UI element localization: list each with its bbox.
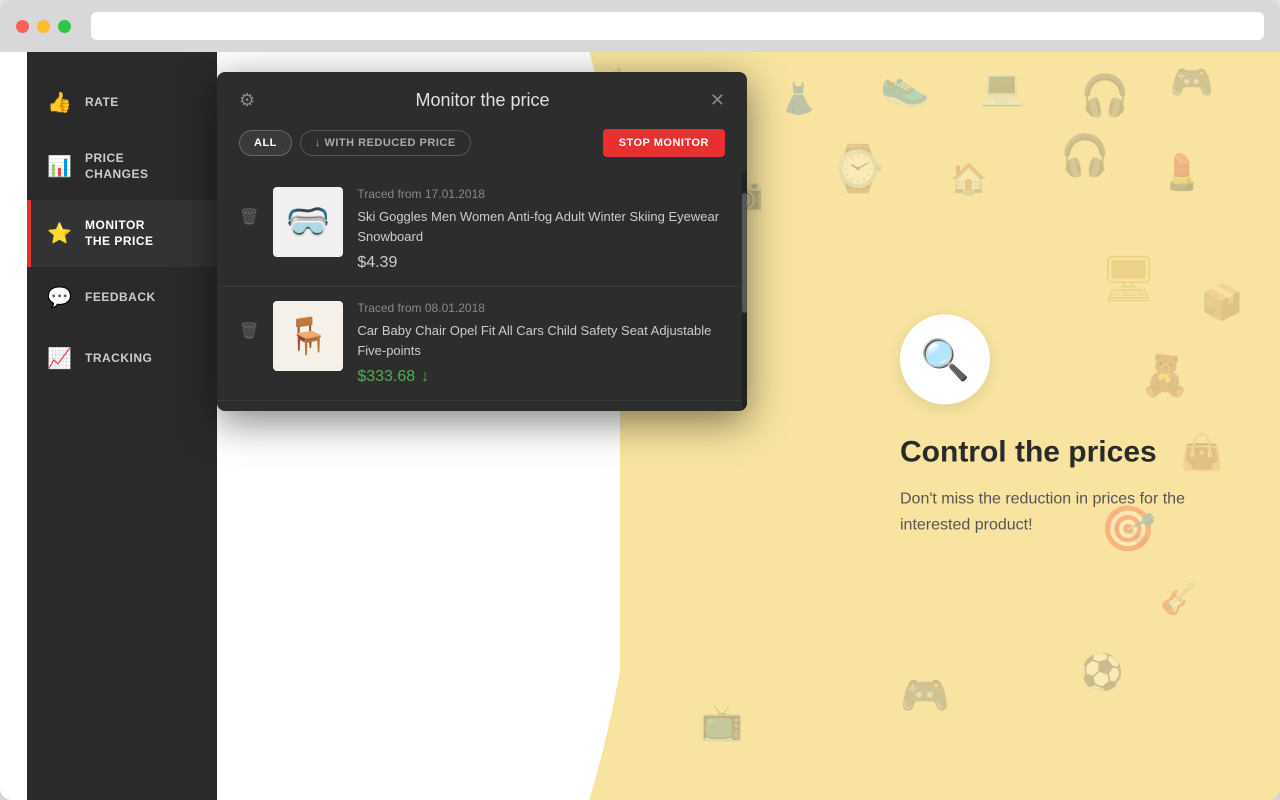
traffic-light-green[interactable] <box>58 20 71 33</box>
price-down-arrow-icon: ↓ <box>421 368 429 386</box>
feedback-icon: 💬 <box>47 285 71 310</box>
browser-titlebar <box>0 0 1280 52</box>
product-traced-date-1: Traced from 17.01.2018 <box>357 187 725 201</box>
modal-filters: ALL ↓ WITH REDUCED PRICE STOP MONITOR <box>217 129 747 173</box>
sidebar-item-label-feedback: Feedback <box>85 290 156 306</box>
product-image-2 <box>273 301 343 371</box>
monitor-price-modal: ⚙ Monitor the price ✕ ALL ↓ WITH REDUCED… <box>217 72 747 411</box>
search-icon: 🔍 <box>920 336 970 383</box>
product-item-1: 🗑 Traced from 17.01.2018 Ski Goggles Men… <box>217 173 747 287</box>
product-price-2: $333.68 ↓ <box>357 368 725 386</box>
browser-content: 🛒 📱 👗 👟 💻 🎧 🎮 🔊 📷 ⌚ 🏠 🎧 💄 🖥 📦 🧸 👜 🎯 🎸 <box>0 52 1280 800</box>
panel-title: Control the prices <box>900 434 1200 470</box>
product-price-1: $4.39 <box>357 254 725 272</box>
monitor-icon: ⭐ <box>47 221 71 246</box>
traffic-light-red[interactable] <box>16 20 29 33</box>
sidebar-item-price-changes[interactable]: 📊 PRICECHANGES <box>27 133 217 200</box>
product-info-2: Traced from 08.01.2018 Car Baby Chair Op… <box>357 301 725 386</box>
browser-window: 🛒 📱 👗 👟 💻 🎧 🎮 🔊 📷 ⌚ 🏠 🎧 💄 🖥 📦 🧸 👜 🎯 🎸 <box>0 0 1280 800</box>
rate-icon: 👍 <box>47 90 71 115</box>
right-panel: 🔍 Control the prices Don't miss the redu… <box>900 314 1200 537</box>
product-traced-date-2: Traced from 08.01.2018 <box>357 301 725 315</box>
sidebar-item-label-price-changes: PRICECHANGES <box>85 151 149 182</box>
settings-icon[interactable]: ⚙ <box>239 90 255 111</box>
scrollbar-track[interactable] <box>742 173 747 411</box>
product-item-2: 🗑 Traced from 08.01.2018 Car Baby Chair … <box>217 287 747 401</box>
filter-all-button[interactable]: ALL <box>239 130 292 156</box>
traffic-light-yellow[interactable] <box>37 20 50 33</box>
scrollbar-thumb[interactable] <box>742 193 747 313</box>
sidebar: 👍 Rate 📊 PRICECHANGES ⭐ MONITORTHE PRICE… <box>27 52 217 800</box>
sidebar-item-monitor-the-price[interactable]: ⭐ MONITORTHE PRICE <box>27 200 217 267</box>
product-name-2: Car Baby Chair Opel Fit All Cars Child S… <box>357 321 725 360</box>
sidebar-item-tracking[interactable]: 📈 Tracking <box>27 328 217 389</box>
sidebar-item-feedback[interactable]: 💬 Feedback <box>27 267 217 328</box>
sidebar-item-label-monitor: MONITORTHE PRICE <box>85 218 154 249</box>
stop-monitor-button[interactable]: STOP MONITOR <box>603 129 725 157</box>
delete-product-1-icon[interactable]: 🗑 <box>239 207 259 227</box>
sidebar-item-label-tracking: Tracking <box>85 351 152 367</box>
tracking-icon: 📈 <box>47 346 71 371</box>
sidebar-item-label-rate: Rate <box>85 95 119 111</box>
product-name-1: Ski Goggles Men Women Anti-fog Adult Win… <box>357 207 725 246</box>
price-changes-icon: 📊 <box>47 154 71 179</box>
filter-button-group: ALL ↓ WITH REDUCED PRICE <box>239 130 471 156</box>
product-list: 🗑 Traced from 17.01.2018 Ski Goggles Men… <box>217 173 747 411</box>
close-button[interactable]: ✕ <box>710 90 725 111</box>
panel-description: Don't miss the reduction in prices for t… <box>900 486 1200 537</box>
url-bar[interactable] <box>91 12 1264 40</box>
search-circle: 🔍 <box>900 314 990 404</box>
delete-product-2-icon[interactable]: 🗑 <box>239 321 259 341</box>
modal-header: ⚙ Monitor the price ✕ <box>217 72 747 129</box>
filter-reduced-button[interactable]: ↓ WITH REDUCED PRICE <box>300 130 471 156</box>
product-info-1: Traced from 17.01.2018 Ski Goggles Men W… <box>357 187 725 272</box>
product-image-1 <box>273 187 343 257</box>
modal-title: Monitor the price <box>255 90 710 111</box>
sidebar-item-rate[interactable]: 👍 Rate <box>27 72 217 133</box>
